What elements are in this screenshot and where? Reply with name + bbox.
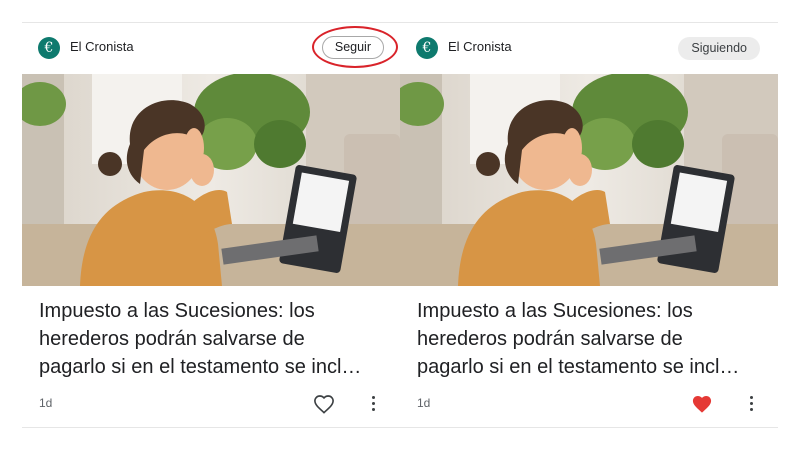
- headline-line: pagarlo si en el testamento se incl…: [39, 356, 362, 378]
- more-vertical-icon[interactable]: [368, 393, 378, 413]
- news-card-following[interactable]: € El Cronista Siguiendo Impuesto a las S…: [400, 0, 778, 450]
- heart-filled-icon[interactable]: [691, 394, 713, 414]
- headline-line: herederos podrán salvarse de: [417, 328, 683, 350]
- more-vertical-icon[interactable]: [746, 393, 756, 413]
- headline-line: Impuesto a las Sucesiones: los: [39, 300, 315, 322]
- article-age: 1d: [39, 396, 53, 410]
- headline-line: pagarlo si en el testamento se incl…: [417, 356, 740, 378]
- article-image[interactable]: [400, 74, 778, 286]
- news-card-not-following[interactable]: € El Cronista Seguir Impuesto a las Suce…: [22, 0, 400, 450]
- headline-line: herederos podrán salvarse de: [39, 328, 305, 350]
- source-logo-icon[interactable]: €: [416, 37, 438, 59]
- card-header: € El Cronista Siguiendo: [400, 30, 778, 66]
- headline-line: Impuesto a las Sucesiones: los: [417, 300, 693, 322]
- article-image[interactable]: [22, 74, 400, 286]
- article-photo-woman-at-laptop: [400, 74, 778, 286]
- article-age: 1d: [417, 396, 431, 410]
- source-logo-icon[interactable]: €: [38, 37, 60, 59]
- article-headline[interactable]: Impuesto a las Sucesiones: los herederos…: [39, 297, 389, 381]
- article-headline[interactable]: Impuesto a las Sucesiones: los herederos…: [417, 297, 767, 381]
- heart-outline-icon[interactable]: [313, 394, 335, 414]
- source-name[interactable]: El Cronista: [70, 39, 134, 54]
- card-header: € El Cronista Seguir: [22, 26, 400, 68]
- following-button[interactable]: Siguiendo: [678, 37, 760, 60]
- article-photo-woman-at-laptop: [22, 74, 400, 286]
- follow-button[interactable]: Seguir: [321, 36, 384, 59]
- source-name[interactable]: El Cronista: [448, 39, 512, 54]
